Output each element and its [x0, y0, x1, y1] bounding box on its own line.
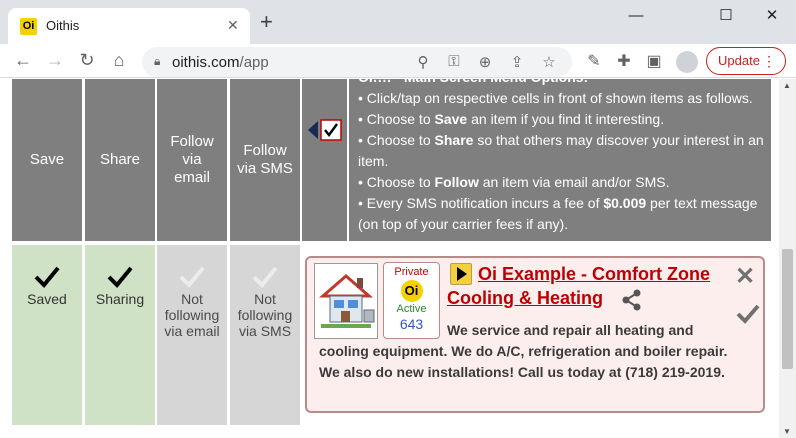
save-state-label: Saved: [27, 291, 67, 307]
privacy-label: Private: [394, 266, 429, 278]
header-follow-email: Follow via email: [157, 79, 227, 241]
scroll-down-icon[interactable]: ▼: [783, 427, 791, 436]
header-save: Save: [12, 79, 82, 241]
oi-logo-icon: Oi: [400, 280, 423, 302]
select-marker-icon: [308, 119, 342, 141]
maximize-button[interactable]: ☐: [710, 4, 742, 28]
header-share: Share: [85, 79, 155, 241]
update-button[interactable]: Update ⋮: [706, 47, 786, 75]
instruction-line: • Click/tap on respective cells in front…: [358, 90, 753, 106]
item-card[interactable]: Private Oi Active 643 Oi Example - Comfo…: [305, 256, 765, 413]
page-content: Save Share Follow via email Follow via S…: [0, 79, 796, 438]
page-scrollbar[interactable]: ▲ ▼: [779, 79, 796, 438]
profile-avatar[interactable]: [676, 51, 698, 73]
item-description: We service and repair all heating and co…: [319, 322, 728, 380]
address-bar[interactable]: 🔒︎ oithis.com/app ⚲ ⚿ ⊕ ⇪ ☆: [142, 47, 572, 77]
back-icon[interactable]: ←: [12, 49, 34, 71]
home-icon[interactable]: ⌂: [108, 49, 130, 71]
menu-dots-icon[interactable]: ⋮: [762, 48, 776, 74]
instruction-line: • Choose to Save an item if you find it …: [358, 111, 665, 127]
new-tab-button[interactable]: +: [260, 11, 273, 33]
minimize-button[interactable]: —: [620, 4, 652, 28]
reload-icon[interactable]: ↻: [76, 49, 98, 71]
close-window-button[interactable]: ✕: [756, 4, 788, 28]
scroll-up-icon[interactable]: ▲: [783, 81, 791, 90]
checkmark-icon: [34, 266, 60, 288]
checkmark-icon: [107, 266, 133, 288]
header-follow-sms: Follow via SMS: [230, 79, 300, 241]
browser-tab[interactable]: Oi Oithis ✕: [8, 8, 250, 44]
share-toggle[interactable]: Sharing: [85, 245, 155, 425]
tab-title: Oithis: [46, 18, 80, 33]
sms-state-label: Not following via SMS: [237, 291, 293, 339]
browser-toolbar: ← → ↻ ⌂ 🔒︎ oithis.com/app ⚲ ⚿ ⊕ ⇪ ☆ ✎ ✚ …: [0, 44, 796, 78]
tab-strip: Oi Oithis ✕ + — ☐ ✕: [0, 0, 796, 44]
save-toggle[interactable]: Saved: [12, 245, 82, 425]
location-pin-icon[interactable]: ⚲: [414, 53, 432, 71]
dismiss-icon[interactable]: ✕: [735, 262, 755, 291]
tab-close-icon[interactable]: ✕: [227, 17, 239, 34]
forward-icon[interactable]: →: [44, 49, 66, 71]
item-title-link[interactable]: Oi Example - Comfort Zone Cooling & Heat…: [447, 262, 737, 310]
instruction-line: • Choose to Follow an item via email and…: [358, 174, 670, 190]
checkmark-icon: [179, 266, 205, 288]
instructions-panel: Oi!!!! - Main Screen Menu Options: • Cli…: [349, 79, 771, 241]
oithis-favicon-icon: Oi: [20, 18, 37, 35]
key-icon[interactable]: ⚿: [445, 53, 463, 70]
lock-icon[interactable]: 🔒︎: [154, 54, 160, 69]
header-marker: [302, 79, 347, 241]
share-page-icon[interactable]: ⇪: [508, 53, 526, 71]
follow-sms-toggle[interactable]: Not following via SMS: [230, 245, 300, 425]
url-text[interactable]: oithis.com/app: [172, 54, 269, 71]
checkmark-icon: [252, 266, 278, 288]
pen-extension-icon[interactable]: ✎: [584, 52, 604, 72]
email-state-label: Not following via email: [164, 291, 220, 339]
bookmark-star-icon[interactable]: ☆: [540, 53, 558, 71]
scroll-thumb[interactable]: [782, 249, 793, 369]
instruction-line: • Choose to Share so that others may dis…: [358, 132, 764, 169]
follow-email-toggle[interactable]: Not following via email: [157, 245, 227, 425]
zoom-icon[interactable]: ⊕: [476, 53, 494, 71]
share-state-label: Sharing: [95, 291, 145, 307]
side-panel-icon[interactable]: ▣: [644, 52, 664, 72]
share-icon[interactable]: [621, 288, 643, 312]
extensions-puzzle-icon[interactable]: ✚: [614, 52, 634, 72]
instruction-line: • Every SMS notification incurs a fee of…: [358, 195, 758, 232]
status-label: Active: [396, 303, 427, 315]
instructions-heading: Oi!!!! - Main Screen Menu Options:: [358, 79, 771, 88]
